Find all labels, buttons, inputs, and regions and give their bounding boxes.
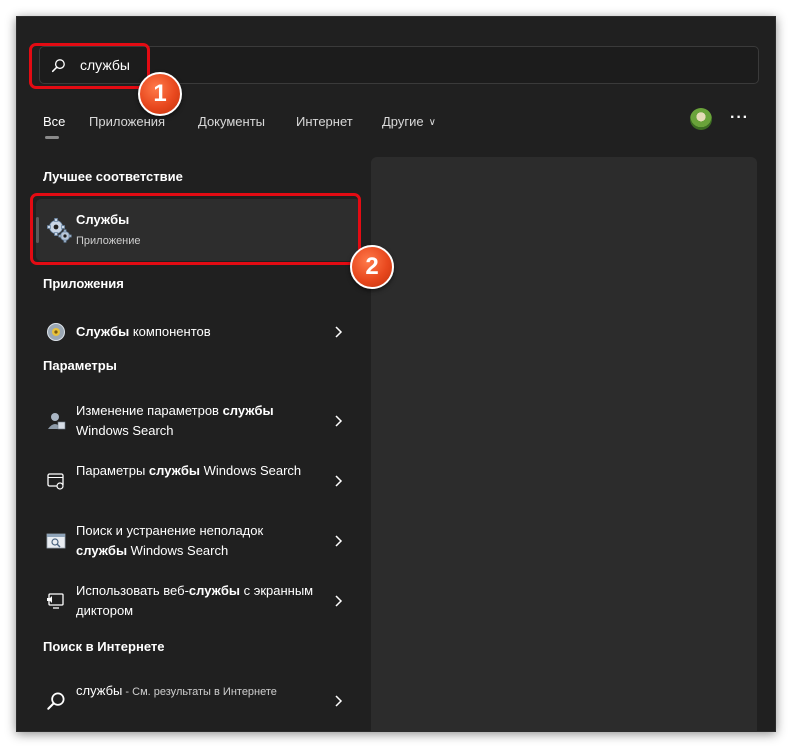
chevron-right-icon bbox=[335, 475, 343, 487]
match-term: службы bbox=[148, 463, 200, 478]
tab-other-label: Другие bbox=[382, 114, 424, 129]
settings-result-label: Поиск и устранение неполадок службы Wind… bbox=[76, 521, 316, 561]
settings-result-troubleshoot[interactable]: Поиск и устранение неполадок службы Wind… bbox=[36, 513, 361, 569]
chevron-right-icon bbox=[335, 535, 343, 547]
label-prefix: Использовать веб- bbox=[76, 583, 189, 598]
settings-result-label: Использовать веб-службы с экранным дикто… bbox=[76, 581, 316, 621]
search-window: Все Приложения Документы Интернет Другие… bbox=[16, 16, 776, 732]
settings-result-change-search-params[interactable]: Изменение параметров службы Windows Sear… bbox=[36, 393, 361, 449]
chevron-right-icon bbox=[335, 595, 343, 607]
settings-result-search-service-params[interactable]: Параметры службы Windows Search bbox=[36, 453, 361, 509]
troubleshoot-icon bbox=[46, 533, 66, 549]
web-query: службы bbox=[76, 683, 123, 698]
highlight-best-match bbox=[30, 193, 361, 265]
tab-internet[interactable]: Интернет bbox=[296, 114, 353, 129]
best-match-heading: Лучшее соответствие bbox=[43, 169, 183, 184]
tab-documents[interactable]: Документы bbox=[198, 114, 265, 129]
web-search-suffix: - См. результаты в Интернете bbox=[122, 686, 277, 698]
chevron-right-icon bbox=[335, 695, 343, 707]
label-suffix: Windows Search bbox=[199, 463, 302, 478]
chevron-down-icon: ∨ bbox=[428, 117, 436, 128]
match-term: Службы bbox=[76, 324, 130, 339]
component-services-icon bbox=[47, 323, 65, 341]
narrator-icon bbox=[47, 593, 64, 609]
label-suffix: Windows Search bbox=[76, 423, 174, 438]
app-result-component-services[interactable]: Службы компонентов bbox=[36, 315, 361, 349]
label-suffix: Windows Search bbox=[127, 543, 229, 558]
tab-apps[interactable]: Приложения bbox=[89, 114, 165, 129]
step-badge-2: 2 bbox=[350, 245, 394, 289]
settings-heading: Параметры bbox=[43, 358, 117, 373]
label-suffix: компонентов bbox=[129, 324, 211, 339]
user-settings-icon bbox=[48, 413, 66, 430]
more-options-button[interactable]: ··· bbox=[730, 109, 749, 127]
label-prefix: Параметры bbox=[76, 463, 149, 478]
web-search-result[interactable]: службы - См. результаты в Интернете bbox=[36, 673, 361, 729]
settings-result-label: Параметры службы Windows Search bbox=[76, 461, 316, 481]
tab-all-label: Все bbox=[43, 114, 66, 129]
app-result-label: Службы компонентов bbox=[76, 322, 316, 342]
preview-pane bbox=[371, 157, 757, 731]
avatar[interactable] bbox=[690, 108, 712, 130]
tab-documents-label: Документы bbox=[198, 114, 266, 129]
tab-all[interactable]: Все bbox=[43, 114, 66, 139]
highlight-search-box bbox=[29, 43, 150, 89]
match-term: службы bbox=[76, 543, 128, 558]
apps-heading: Приложения bbox=[43, 276, 124, 291]
settings-result-narrator[interactable]: Использовать веб-службы с экранным дикто… bbox=[36, 573, 361, 629]
web-search-label: службы - См. результаты в Интернете bbox=[76, 681, 316, 702]
chevron-right-icon bbox=[335, 415, 343, 427]
tab-apps-label: Приложения bbox=[89, 114, 166, 129]
search-icon bbox=[47, 692, 65, 710]
chevron-right-icon bbox=[335, 326, 343, 338]
label-prefix: Поиск и устранение неполадок bbox=[76, 523, 264, 538]
match-term: службы bbox=[188, 583, 240, 598]
step-badge-1: 1 bbox=[138, 72, 182, 116]
active-tab-indicator bbox=[45, 136, 59, 139]
window-settings-icon bbox=[47, 473, 64, 490]
web-search-heading: Поиск в Интернете bbox=[43, 639, 165, 654]
match-term: службы bbox=[222, 403, 274, 418]
tab-internet-label: Интернет bbox=[296, 114, 353, 129]
tab-other[interactable]: Другие ∨ bbox=[382, 114, 436, 129]
label-prefix: Изменение параметров bbox=[76, 403, 223, 418]
settings-result-label: Изменение параметров службы Windows Sear… bbox=[76, 401, 316, 441]
